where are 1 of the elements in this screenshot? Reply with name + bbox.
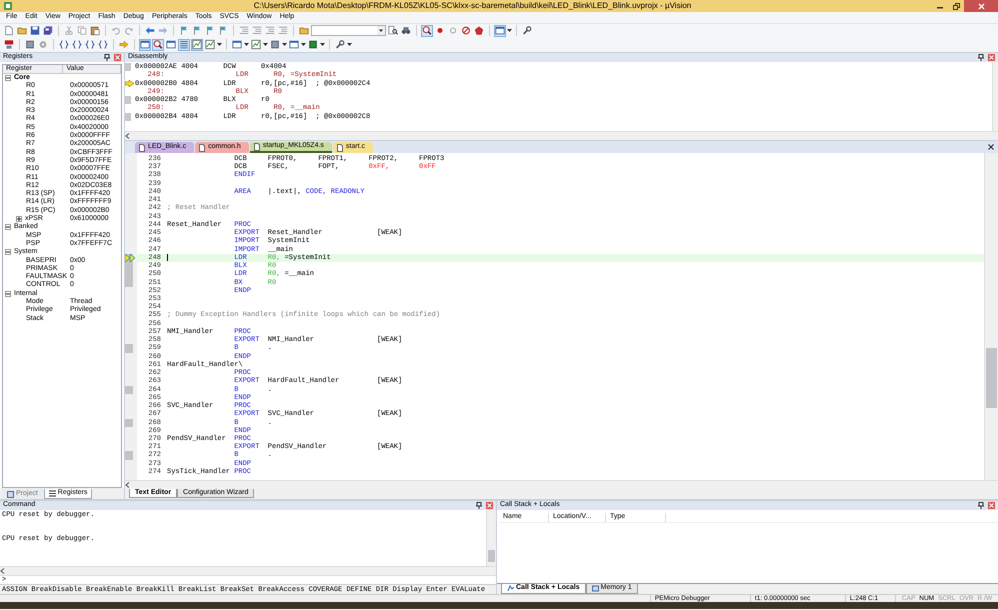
window-title: C:\Users\Ricardo Mota\Desktop\FRDM-KL05Z\KL05-SC\klxx-sc-baremetal\build\keil\LED_Blink\LED_Blink.uvprojx - µVision <box>252 1 692 11</box>
